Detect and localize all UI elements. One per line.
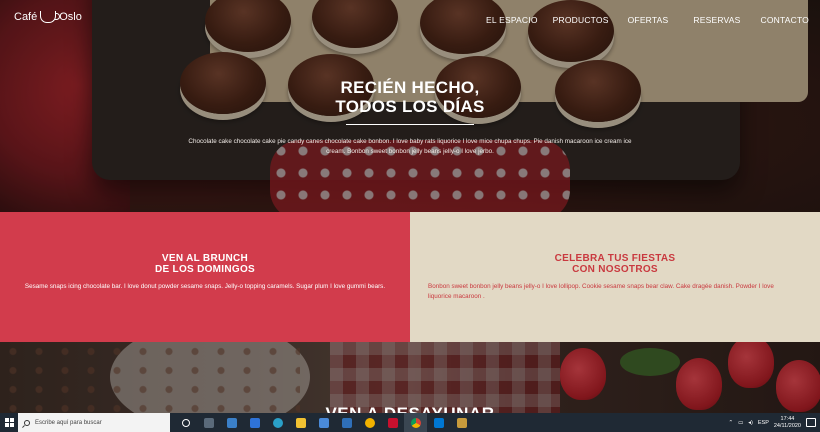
nav-productos[interactable]: PRODUCTOS [553,15,609,25]
network-icon[interactable]: ▭ [738,420,743,426]
breakfast-title-wrap: VEN A DESAYUNAR [0,405,820,413]
system-tray: ⌃ ▭ ◂) ESP 17:44 24/11/2020 [728,416,820,429]
edge-icon[interactable] [266,413,289,432]
hero-title-line2: TODOS LOS DÍAS [335,97,485,116]
brand-name-left: Café [14,11,38,23]
brunch-text: Sesame snaps icing chocolate bar. I love… [24,283,386,290]
clock-date: 24/11/2020 [773,422,801,429]
hero-divider [346,124,474,125]
brand-name-right: Oslo [59,11,82,23]
taskbar-search[interactable]: Escribe aquí para buscar [18,413,170,432]
brunch-title: VEN AL BRUNCH DE LOS DOMINGOS [0,253,410,275]
parties-title-line2: CON NOSOTROS [572,264,658,275]
start-button[interactable] [0,413,18,432]
parties-text: Bonbon sweet bonbon jelly beans jelly-o … [428,283,774,300]
file-explorer-icon[interactable] [289,413,312,432]
main-nav: EL ESPACIO PRODUCTOS OFERTAS RESERVAS CO… [486,15,809,25]
windows-logo-icon [4,418,14,427]
brunch-title-line2: DE LOS DOMINGOS [154,264,256,275]
explorer-icon[interactable] [220,413,243,432]
norton-icon[interactable] [358,413,381,432]
nav-el-espacio[interactable]: EL ESPACIO [486,15,538,25]
brand-logo[interactable]: Café Oslo [14,11,82,23]
taskbar-apps [174,413,473,432]
notifications-icon[interactable] [806,418,816,427]
breakfast-section [0,342,820,413]
volume-icon[interactable]: ◂) [748,420,753,426]
breakfast-overlay [0,342,820,413]
dropbox-icon[interactable] [243,413,266,432]
hero-title-line1: RECIÉN HECHO, [340,78,480,97]
mail-icon[interactable] [335,413,358,432]
parties-title-line1: CELEBRA TUS FIESTAS [554,253,676,264]
windows-taskbar: Escribe aquí para buscar ⌃ ▭ ◂) ESP 17:4… [0,413,820,432]
coffee-cup-icon [40,11,61,23]
parties-panel: CELEBRA TUS FIESTAS CON NOSOTROS Bonbon … [410,212,820,342]
store-icon[interactable] [312,413,335,432]
nav-contacto[interactable]: CONTACTO [760,15,809,25]
taskbar-search-placeholder: Escribe aquí para buscar [35,419,102,426]
language-indicator[interactable]: ESP [758,420,769,426]
search-icon [24,419,30,426]
task-view-icon[interactable] [174,413,197,432]
hero-text: Chocolate cake chocolate cake pie candy … [188,138,632,155]
tray-chevron-icon[interactable]: ⌃ [728,420,733,426]
widgets-icon[interactable] [197,413,220,432]
brunch-title-line1: VEN AL BRUNCH [161,253,249,264]
taskbar-clock[interactable]: 17:44 24/11/2020 [774,416,801,429]
parties-title: CELEBRA TUS FIESTAS CON NOSOTROS [410,253,820,275]
nav-reservas[interactable]: RESERVAS [693,15,740,25]
hero-title: RECIÉN HECHO, TODOS LOS DÍAS [0,78,820,116]
mcafee-icon[interactable] [381,413,404,432]
lol-icon[interactable] [450,413,473,432]
chrome-icon[interactable] [404,413,427,432]
nav-ofertas[interactable]: OFERTAS [628,15,669,25]
brunch-panel: VEN AL BRUNCH DE LOS DOMINGOS Sesame sna… [0,212,410,342]
breakfast-title: VEN A DESAYUNAR [325,405,494,413]
photos-icon[interactable] [427,413,450,432]
hero-section: Café Oslo EL ESPACIO PRODUCTOS OFERTAS R… [0,0,820,212]
